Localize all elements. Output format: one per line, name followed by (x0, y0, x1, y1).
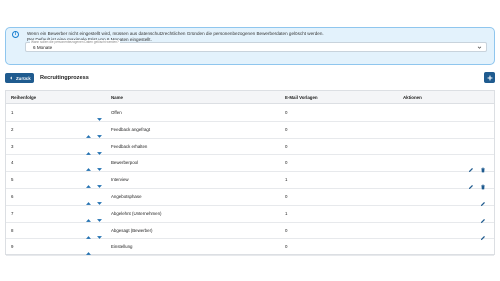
move-down-icon[interactable] (96, 144, 103, 155)
move-up-icon[interactable] (85, 228, 92, 239)
move-up-icon[interactable] (85, 177, 92, 189)
page-title: Recruitingprozess (40, 75, 89, 81)
cell-name: Bewerberpool (111, 160, 139, 166)
cell-templates: 0 (285, 110, 288, 115)
retention-info-banner: i Wenn ein Bewerber nicht eingestellt wi… (5, 27, 495, 65)
header-templates: E-Mail Vorlagen (285, 95, 318, 100)
move-down-icon[interactable] (96, 228, 103, 239)
cell-name: Einstellung (111, 244, 133, 250)
trash-icon[interactable] (480, 160, 486, 173)
move-down-icon[interactable] (96, 177, 103, 189)
table-row: 8 Abgesagt (Bewerber) 0 (6, 223, 494, 240)
cell-order: 4 (11, 160, 14, 166)
plus-icon (487, 75, 492, 80)
move-up-icon[interactable] (85, 160, 92, 172)
cell-name: Angebotsphase (111, 194, 142, 199)
cell-order: 1 (11, 110, 14, 115)
select-value: 6 Monate (33, 45, 53, 50)
select-label: Wann sollen die personenbezogenen Daten … (30, 40, 120, 44)
cell-name: Feedback angefragt (111, 126, 151, 132)
move-down-icon[interactable] (96, 211, 103, 222)
table-row: 4 Bewerberpool 0 (6, 155, 494, 173)
table-row: 2 Feedback angefragt 0 (6, 122, 494, 139)
cell-name: Abgesagt (Bewerber) (111, 227, 153, 233)
cell-order: 9 (11, 244, 14, 250)
pencil-icon[interactable] (480, 194, 486, 207)
table-row: 1 Offen 0 (6, 105, 494, 122)
cell-name: Feedback erhalten (111, 143, 148, 149)
cell-order: 5 (11, 177, 14, 183)
cell-order: 7 (11, 210, 14, 216)
cell-templates: 0 (285, 143, 288, 149)
arrow-left-icon (10, 76, 12, 80)
table-row: 7 Abgelehnt (Unternehmen) 1 (6, 206, 494, 223)
retention-period-select[interactable]: Wann sollen die personenbezogenen Daten … (25, 40, 487, 52)
pencil-icon[interactable] (480, 228, 486, 240)
trash-icon[interactable] (480, 177, 486, 190)
move-down-icon[interactable] (96, 110, 103, 121)
header-actions: Aktionen (403, 95, 422, 100)
recruiting-status-table: Reihenfolge Name E-Mail Vorlagen Aktione… (5, 90, 495, 257)
cell-templates: 0 (285, 227, 288, 233)
move-up-icon[interactable] (85, 211, 92, 222)
cell-templates: 0 (285, 244, 288, 250)
table-row: 6 Angebotsphase 0 (6, 189, 494, 207)
header-name: Name (111, 95, 123, 100)
info-circle-icon: i (12, 31, 19, 38)
back-button[interactable]: Zurück (5, 73, 34, 83)
cell-order: 3 (11, 143, 14, 149)
table-row: 9 Einstellung 0 (6, 239, 494, 257)
cell-order: 6 (11, 194, 14, 199)
add-status-button[interactable] (484, 72, 495, 83)
header-order: Reihenfolge (11, 95, 37, 100)
pencil-icon[interactable] (468, 177, 474, 190)
cell-templates: 1 (285, 177, 288, 183)
cell-name: Interview (111, 177, 129, 183)
move-down-icon[interactable] (96, 127, 103, 138)
move-up-icon[interactable] (85, 127, 92, 138)
table-header: Reihenfolge Name E-Mail Vorlagen Aktione… (6, 91, 494, 104)
cell-templates: 0 (285, 126, 288, 132)
table-row: 5 Interview 1 (6, 172, 494, 190)
cell-name: Abgelehnt (Unternehmen) (111, 210, 162, 216)
move-up-icon[interactable] (85, 194, 92, 205)
cell-templates: 0 (285, 194, 288, 199)
cell-order: 2 (11, 126, 14, 132)
cell-name: Offen (111, 110, 122, 115)
move-up-icon[interactable] (85, 144, 92, 155)
cell-order: 8 (11, 227, 14, 233)
move-down-icon[interactable] (96, 160, 103, 172)
pencil-icon[interactable] (468, 160, 474, 173)
move-down-icon[interactable] (96, 194, 103, 205)
move-up-icon[interactable] (85, 244, 92, 256)
table-row: 3 Feedback erhalten 0 (6, 139, 494, 156)
back-button-label: Zurück (16, 75, 31, 81)
pencil-icon[interactable] (480, 211, 486, 223)
cell-templates: 0 (285, 160, 288, 166)
chevron-down-icon (477, 46, 482, 49)
cell-templates: 1 (285, 210, 288, 216)
